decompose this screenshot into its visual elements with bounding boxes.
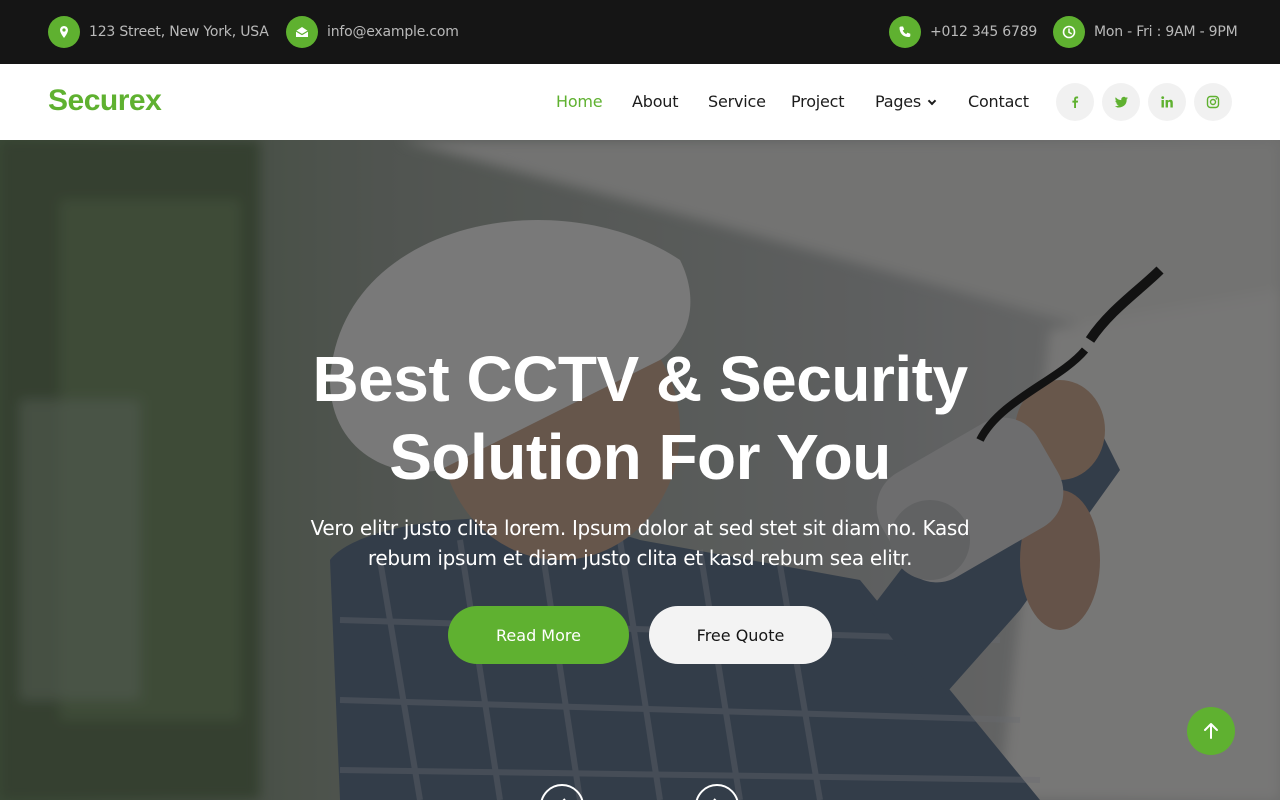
carousel-prev-button[interactable]	[540, 784, 584, 800]
linkedin-icon[interactable]	[1148, 83, 1186, 121]
map-marker-icon	[48, 16, 80, 48]
hero-title-line-1: Best CCTV & Security	[312, 343, 968, 415]
nav-project[interactable]: Project	[791, 92, 845, 111]
carousel-next-button[interactable]	[695, 784, 739, 800]
back-to-top-button[interactable]	[1187, 707, 1235, 755]
nav-service[interactable]: Service	[708, 92, 766, 111]
email-text[interactable]: info@example.com	[327, 24, 459, 40]
chevron-right-icon	[713, 798, 717, 800]
envelope-open-icon	[286, 16, 318, 48]
hero-title: Best CCTV & Security Solution For You	[0, 340, 1280, 496]
hero-carousel: Best CCTV & Security Solution For You Ve…	[0, 140, 1280, 800]
clock-icon	[1053, 16, 1085, 48]
address-info: 123 Street, New York, USA	[48, 16, 269, 48]
instagram-icon[interactable]	[1194, 83, 1232, 121]
arrow-up-icon	[1204, 723, 1218, 739]
hero-subtitle: Vero elitr justo clita lorem. Ipsum dolo…	[310, 516, 970, 570]
nav-pages-label: Pages	[875, 92, 922, 111]
nav-pages-dropdown[interactable]: Pages	[875, 92, 937, 111]
chevron-down-icon	[927, 96, 937, 106]
top-info-bar: 123 Street, New York, USA info@example.c…	[0, 0, 1280, 64]
main-navbar: Securex Home About Service Project Pages…	[0, 64, 1280, 140]
chevron-left-icon	[562, 798, 566, 800]
nav-home[interactable]: Home	[556, 92, 603, 111]
read-more-button[interactable]: Read More	[448, 606, 629, 664]
free-quote-button[interactable]: Free Quote	[649, 606, 832, 664]
phone-info[interactable]: +012 345 6789	[889, 16, 1037, 48]
brand-logo[interactable]: Securex	[48, 84, 162, 118]
facebook-icon[interactable]	[1056, 83, 1094, 121]
hero-title-line-2: Solution For You	[389, 421, 891, 493]
nav-contact[interactable]: Contact	[968, 92, 1029, 111]
address-text: 123 Street, New York, USA	[89, 24, 269, 40]
twitter-icon[interactable]	[1102, 83, 1140, 121]
hours-text: Mon - Fri : 9AM - 9PM	[1094, 24, 1238, 40]
phone-icon	[889, 16, 921, 48]
phone-text[interactable]: +012 345 6789	[930, 24, 1037, 40]
email-info[interactable]: info@example.com	[286, 16, 459, 48]
nav-about[interactable]: About	[632, 92, 679, 111]
hours-info: Mon - Fri : 9AM - 9PM	[1053, 16, 1238, 48]
